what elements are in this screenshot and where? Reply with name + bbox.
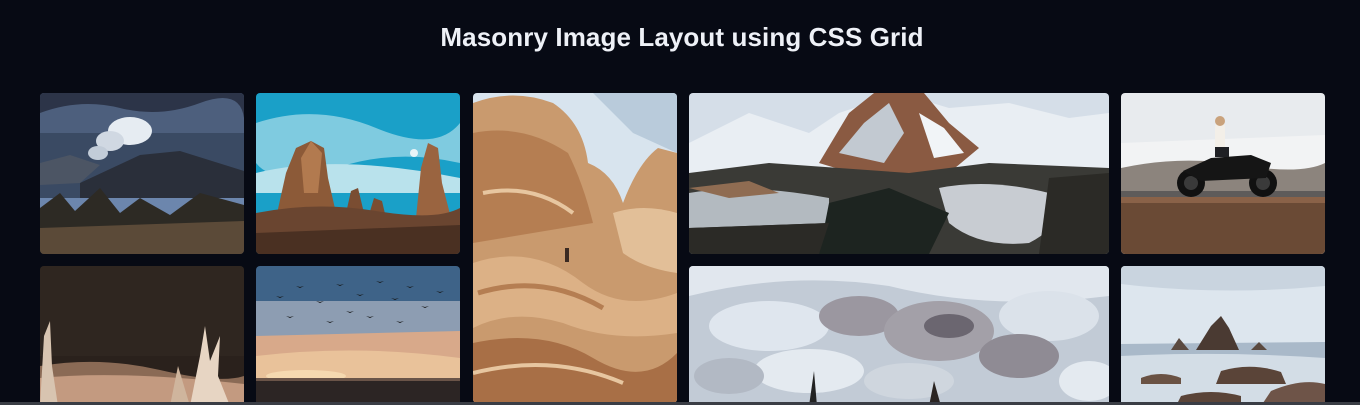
- volcano-smoke-image[interactable]: [40, 93, 244, 254]
- dry-grass-dusk-image[interactable]: [40, 266, 244, 405]
- page-title: Masonry Image Layout using CSS Grid: [440, 22, 924, 52]
- birds-sunset-image[interactable]: [256, 266, 460, 405]
- cloudy-sky-image[interactable]: [689, 266, 1109, 405]
- page: Masonry Image Layout using CSS Grid: [0, 0, 1360, 405]
- rock-spires-image[interactable]: [256, 93, 460, 254]
- motorcycle-rider-image[interactable]: [1121, 93, 1325, 254]
- sandstone-canyon-image[interactable]: [473, 93, 677, 403]
- sea-rocks-image[interactable]: [1121, 266, 1325, 405]
- snowy-mountain-lake-image[interactable]: [689, 93, 1109, 254]
